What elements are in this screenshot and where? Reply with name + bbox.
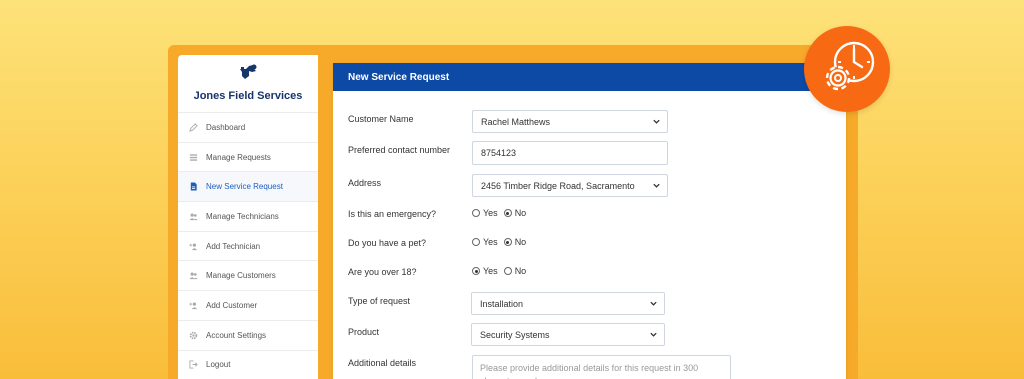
customer-name-select[interactable]: Rachel Matthews [472, 110, 668, 133]
sidebar: Jones Field Services Dashboard Manage Re… [178, 55, 318, 379]
over18-radio-group: Yes No [472, 266, 532, 276]
over18-yes-radio[interactable] [472, 267, 480, 275]
sidebar-item-manage-requests[interactable]: Manage Requests [178, 143, 318, 173]
pet-radio-group: Yes No [472, 237, 532, 247]
details-textarea[interactable]: Please provide additional details for th… [472, 355, 731, 379]
sidebar-item-manage-technicians[interactable]: Manage Technicians [178, 202, 318, 232]
customer-name-value: Rachel Matthews [481, 116, 551, 127]
sidebar-item-label: Manage Requests [206, 152, 271, 162]
customer-name-label: Customer Name [348, 114, 414, 124]
pencil-icon [189, 123, 198, 132]
request-type-label: Type of request [348, 296, 411, 306]
panel-header: New Service Request [333, 63, 846, 91]
details-label: Additional details [348, 358, 417, 368]
sidebar-item-add-customer[interactable]: Add Customer [178, 291, 318, 321]
users-icon [189, 212, 198, 221]
list-icon [189, 153, 198, 162]
sidebar-item-label: Add Customer [206, 300, 258, 310]
sidebar-item-label: Logout [206, 360, 231, 370]
pet-no-radio[interactable] [503, 238, 512, 246]
emergency-yes-radio[interactable] [472, 209, 480, 217]
emergency-no-label: No [514, 208, 527, 218]
details-placeholder: Please provide additional details for th… [480, 363, 699, 379]
emergency-label: Is this an emergency? [348, 209, 437, 219]
over18-no-radio[interactable] [503, 267, 512, 275]
sidebar-item-label: New Service Request [206, 182, 283, 192]
contact-number-value: 8754123 [481, 148, 517, 158]
clock-gear-badge [804, 26, 890, 112]
page-title: New Service Request [348, 71, 450, 83]
product-label: Product [348, 327, 380, 337]
sidebar-item-account-settings[interactable]: Account Settings [178, 321, 318, 351]
chevron-down-icon [650, 301, 657, 306]
add-user-icon [189, 242, 198, 251]
chevron-down-icon [653, 183, 660, 188]
sidebar-item-label: Add Technician [206, 241, 261, 251]
sidebar-item-logout[interactable]: Logout [178, 351, 318, 379]
emergency-yes-label: Yes [483, 208, 498, 218]
request-type-select[interactable]: Installation [471, 292, 665, 315]
product-value: Security Systems [480, 329, 550, 340]
plumber-wrench-icon [240, 64, 257, 79]
address-value: 2456 Timber Ridge Road, Sacramento [481, 180, 635, 191]
users-icon [189, 271, 198, 280]
new-service-request-panel: New Service Request Customer Name Rachel… [333, 63, 846, 379]
over18-label: Are you over 18? [348, 267, 417, 277]
sidebar-item-add-technician[interactable]: Add Technician [178, 232, 318, 262]
chevron-down-icon [653, 119, 660, 124]
request-type-value: Installation [480, 298, 524, 309]
sidebar-item-label: Manage Customers [206, 271, 276, 281]
sidebar-item-new-service-request[interactable]: New Service Request [178, 172, 318, 203]
product-select[interactable]: Security Systems [471, 323, 665, 346]
emergency-no-radio[interactable] [503, 209, 512, 217]
over18-no-label: No [514, 266, 527, 276]
sidebar-item-dashboard[interactable]: Dashboard [178, 113, 318, 143]
pet-yes-label: Yes [483, 237, 498, 247]
pet-yes-radio[interactable] [472, 238, 480, 246]
sidebar-item-manage-customers[interactable]: Manage Customers [178, 261, 318, 292]
address-label: Address [348, 178, 382, 188]
emergency-radio-group: Yes No [472, 208, 532, 218]
address-select[interactable]: 2456 Timber Ridge Road, Sacramento [472, 174, 668, 197]
logout-icon [189, 360, 198, 369]
gear-icon [189, 331, 198, 340]
pet-label: Do you have a pet? [348, 238, 427, 248]
sidebar-item-label: Manage Technicians [206, 211, 279, 221]
over18-yes-label: Yes [483, 266, 498, 276]
brand-name: Jones Field Services [193, 90, 303, 102]
add-user-icon [189, 301, 198, 310]
document-icon [189, 182, 198, 191]
contact-number-label: Preferred contact number [348, 145, 451, 155]
chevron-down-icon [650, 332, 657, 337]
sidebar-item-label: Dashboard [206, 122, 246, 132]
clock-gear-icon [825, 41, 875, 91]
pet-no-label: No [514, 237, 527, 247]
contact-number-input[interactable]: 8754123 [472, 141, 668, 165]
sidebar-item-label: Account Settings [206, 330, 267, 340]
brand: Jones Field Services [178, 55, 318, 113]
